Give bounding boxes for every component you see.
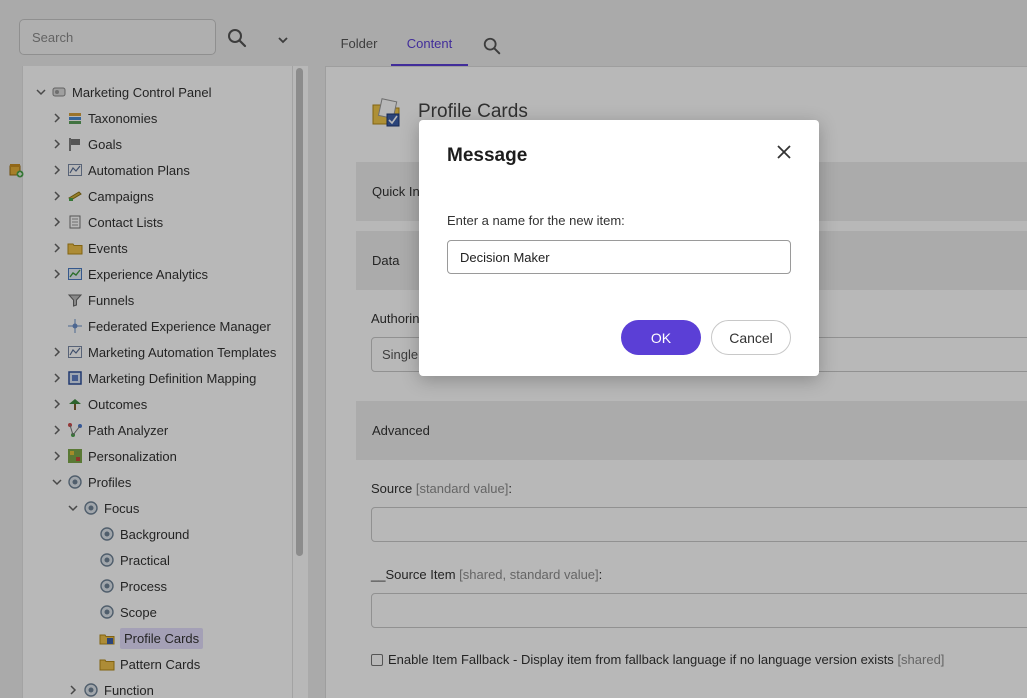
- dialog-prompt: Enter a name for the new item:: [447, 213, 625, 228]
- close-icon[interactable]: [774, 142, 794, 162]
- cancel-button[interactable]: Cancel: [711, 320, 791, 355]
- dialog-title: Message: [447, 145, 528, 166]
- ok-button[interactable]: OK: [621, 320, 701, 355]
- message-dialog: Message Enter a name for the new item: O…: [419, 120, 819, 376]
- item-name-input[interactable]: [447, 240, 791, 274]
